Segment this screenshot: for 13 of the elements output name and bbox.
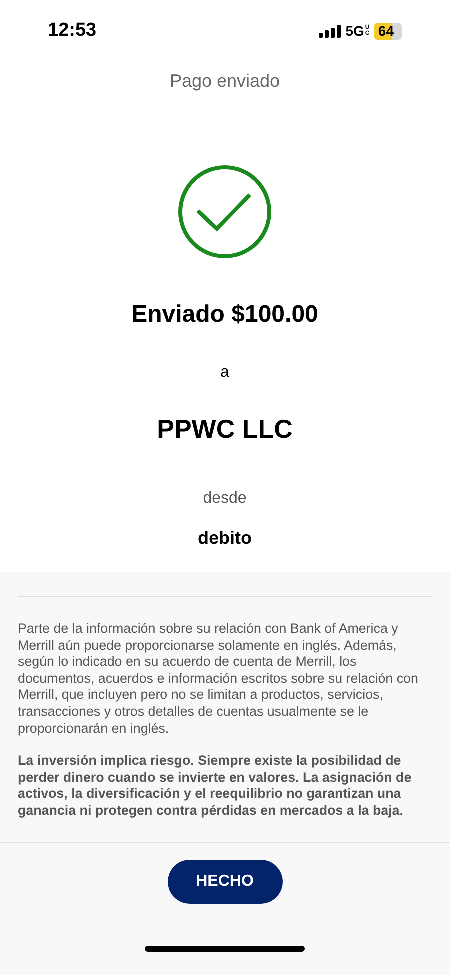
amount-sent: Enviado $100.00	[132, 300, 318, 330]
from-label: desde	[203, 489, 247, 509]
signal-icon	[318, 24, 341, 38]
network-label: 5G	[346, 22, 364, 40]
disclosure-paragraph: La inversión implica riesgo. Siempre existe la posibilidad de perder dinero cuando se invierte en valores. La asignación de activos, la diversificación y el reequilibrio no garantizan una ganancia ni protegen contra pérdidas en mercados a la baja.	[18, 753, 413, 820]
recipient-name: PPWC LLC	[157, 413, 293, 446]
screen-title: Pago enviado	[170, 70, 280, 93]
disclosure-paragraph: Parte de la información sobre su relación con Bank of America y Merrill aún puede proporcionarse solamente en inglés. Además, según lo indicado en su acuerdo de cuenta de Merrill, los documentos, acuerdos e información escritos sobre su relación con Merrill, que incluyen pero no se limitan a productos, servicios, transacciones y otros detalles de cuentas usualmente se le proporcionarán en inglés.	[18, 621, 420, 738]
status-time: 12:53	[48, 18, 97, 43]
done-button[interactable]: HECHO	[168, 860, 282, 904]
checkmark-circle-icon	[178, 165, 272, 259]
connector-text: a	[220, 363, 230, 383]
account-name: debito	[198, 527, 252, 550]
